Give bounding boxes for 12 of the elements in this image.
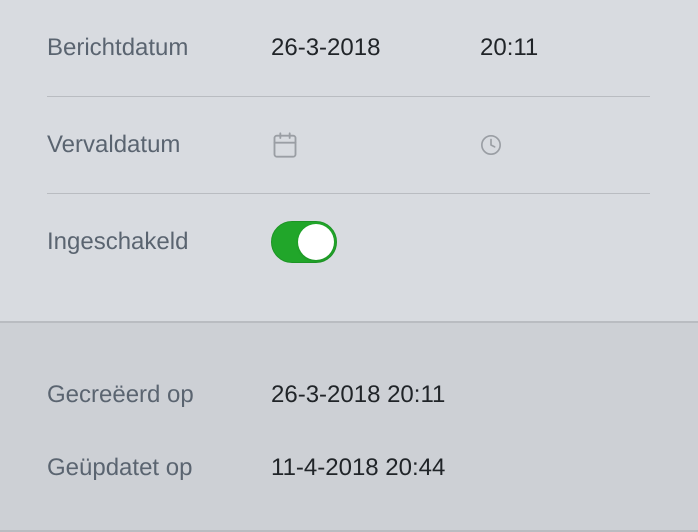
field-label: Berichtdatum — [47, 33, 190, 63]
field-label: Vervaldatum — [47, 130, 182, 160]
toggle-label: Ingeschakeld — [47, 227, 190, 257]
meta-label: Gecreëerd op — [47, 380, 195, 410]
clock-icon[interactable] — [480, 134, 502, 156]
toggle-switch[interactable] — [271, 221, 337, 263]
meta-value: 11-4-2018 20:44 — [271, 452, 446, 482]
date-value[interactable]: 26-3-2018 — [271, 30, 380, 66]
meta-value: 26-3-2018 20:11 — [271, 380, 446, 410]
time-value[interactable]: 20:11 — [480, 30, 538, 66]
meta-label: Geüpdatet op — [47, 452, 194, 482]
calendar-icon[interactable] — [271, 131, 299, 159]
